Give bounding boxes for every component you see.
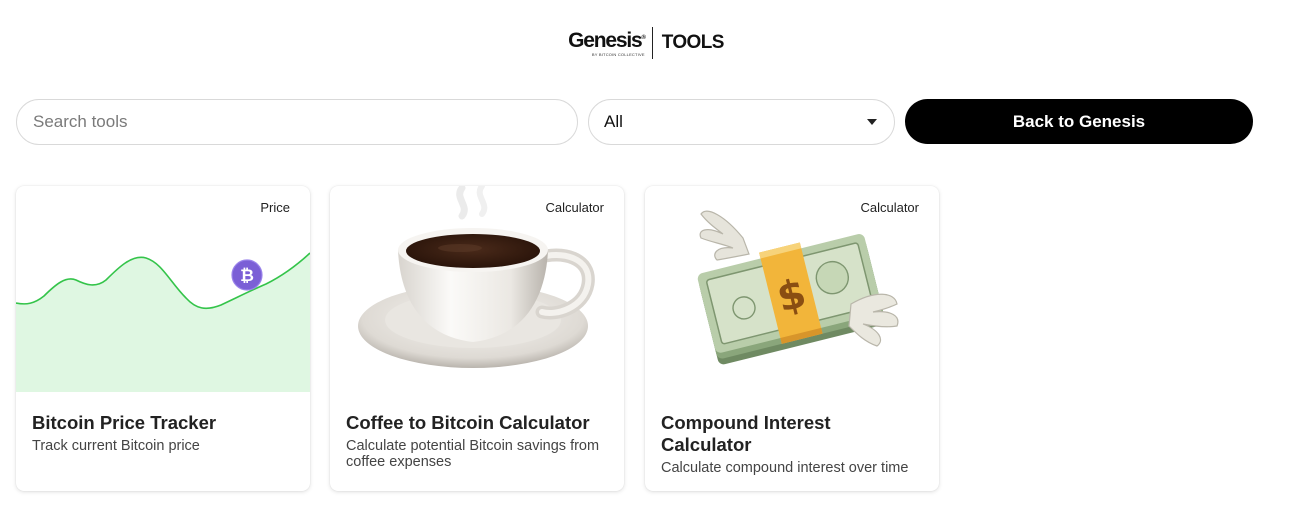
- registered-mark: ®: [641, 34, 646, 41]
- bitcoin-coin-icon: ₿: [231, 259, 263, 291]
- search-input[interactable]: [16, 99, 578, 145]
- genesis-wordmark: Genesis® BY BITCOIN COLLECTIVE: [568, 30, 652, 57]
- toolbar: All Back to Genesis: [16, 99, 1253, 145]
- card-title: Bitcoin Price Tracker: [32, 412, 217, 433]
- coffee-cup-emoji: [330, 186, 624, 392]
- genesis-tools-logo[interactable]: Genesis® BY BITCOIN COLLECTIVE TOOLS: [568, 26, 724, 60]
- category-badge: Calculator: [860, 200, 919, 215]
- header: Genesis® BY BITCOIN COLLECTIVE TOOLS: [0, 26, 1292, 60]
- tool-card-compound-interest[interactable]: $ Calculator Compound Interest Calculato…: [645, 186, 939, 491]
- back-to-genesis-button[interactable]: Back to Genesis: [905, 99, 1253, 144]
- brand-subtitle: BY BITCOIN COLLECTIVE: [591, 51, 645, 57]
- price-chart-illustration: ₿: [16, 186, 310, 392]
- card-title: Compound Interest Calculator: [661, 412, 831, 455]
- category-badge: Price: [260, 200, 290, 215]
- money-with-wings-emoji: $: [645, 186, 939, 392]
- card-description: Track current Bitcoin price: [32, 438, 200, 454]
- category-filter-select[interactable]: All: [588, 99, 895, 145]
- svg-text:₿: ₿: [240, 266, 254, 286]
- tool-card-coffee-to-bitcoin[interactable]: Calculator Coffee to Bitcoin Calculator …: [330, 186, 624, 491]
- brand-name: Genesis: [568, 28, 643, 52]
- section-title: TOOLS: [661, 32, 725, 53]
- card-title: Coffee to Bitcoin Calculator: [346, 412, 590, 433]
- tool-card-bitcoin-price-tracker[interactable]: ₿ Price Bitcoin Price Tracker Track curr…: [16, 186, 310, 491]
- filter-selected-value: All: [604, 112, 623, 131]
- category-badge: Calculator: [545, 200, 604, 215]
- card-description: Calculate potential Bitcoin savings from…: [346, 438, 600, 470]
- card-description: Calculate compound interest over time: [661, 460, 909, 476]
- chevron-down-icon: [867, 119, 877, 125]
